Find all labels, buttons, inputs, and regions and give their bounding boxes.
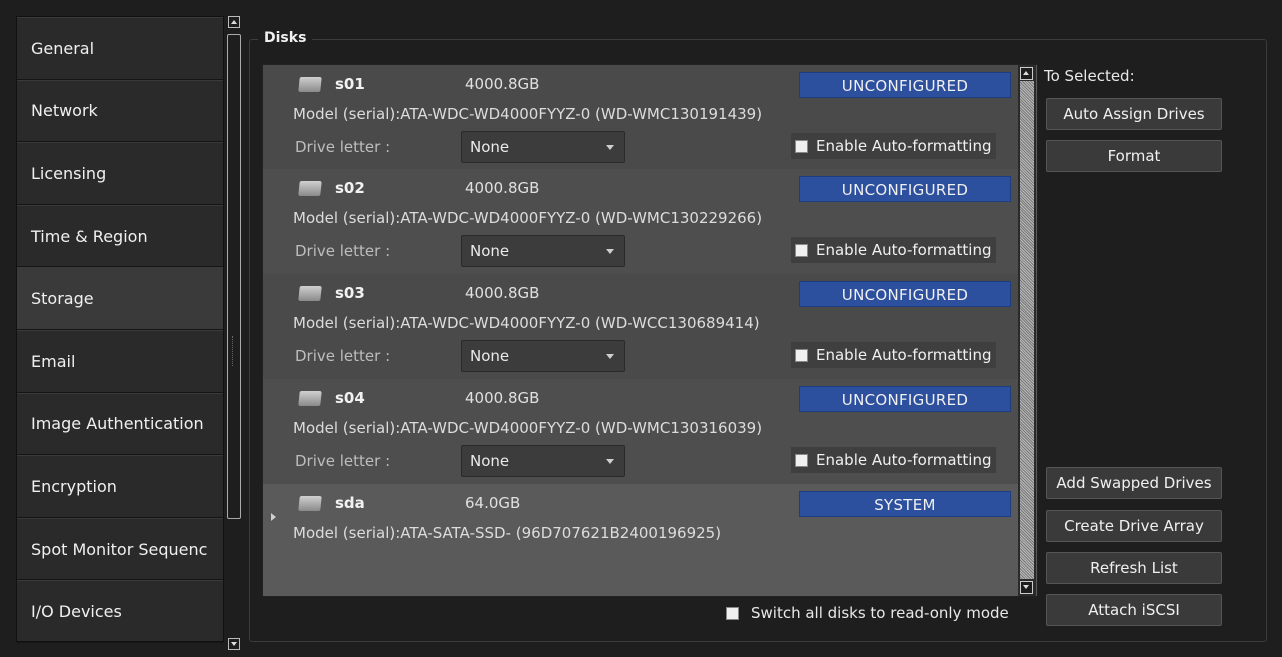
sidebar-item-email[interactable]: Email [17,329,223,393]
to-selected-label: To Selected: [1044,67,1135,85]
drive-letter-select[interactable]: None [461,131,625,163]
expand-arrow-icon[interactable] [271,513,276,521]
sidebar-item-storage[interactable]: Storage [17,267,223,330]
scroll-up-icon[interactable] [1020,67,1033,80]
sidebar-item-io-devices[interactable]: I/O Devices [17,580,223,643]
sidebar-scroll-thumb[interactable] [227,34,241,519]
hard-drive-icon [298,391,322,406]
scroll-track[interactable] [1020,81,1034,579]
add-swapped-drives-button[interactable]: Add Swapped Drives [1046,467,1222,499]
hard-drive-icon [298,181,322,196]
status-badge: UNCONFIGURED [799,176,1011,202]
auto-format-label: Enable Auto-formatting [816,137,992,155]
checkbox-icon[interactable] [795,348,808,362]
chevron-down-icon [606,459,614,464]
auto-format-label: Enable Auto-formatting [816,451,992,469]
disk-model: Model (serial):ATA-SATA-SSD- (96D707621B… [293,524,722,542]
disk-name: s03 [335,284,365,302]
disk-model: Model (serial):ATA-WDC-WD4000FYYZ-0 (WD-… [293,105,763,123]
drive-letter-label: Drive letter : [295,347,391,365]
settings-sidebar: General Network Licensing Time & Region … [16,16,224,643]
disk-size: 4000.8GB [465,75,540,93]
create-drive-array-button[interactable]: Create Drive Array [1046,510,1222,542]
auto-format-checkbox[interactable]: Enable Auto-formatting [791,447,996,473]
checkbox-icon[interactable] [795,243,808,257]
chevron-down-icon [606,249,614,254]
auto-format-checkbox[interactable]: Enable Auto-formatting [791,237,996,263]
disk-size: 4000.8GB [465,389,540,407]
disk-name: sda [335,494,365,512]
hard-drive-icon [298,77,322,92]
disk-model: Model (serial):ATA-WDC-WD4000FYYZ-0 (WD-… [293,314,760,332]
sidebar-item-image-authentication[interactable]: Image Authentication [17,392,223,456]
checkbox-icon[interactable] [726,606,739,620]
status-badge: UNCONFIGURED [799,72,1011,98]
drive-letter-select[interactable]: None [461,445,625,477]
drive-letter-value: None [470,138,510,156]
chevron-down-icon [606,354,614,359]
disk-size: 64.0GB [465,494,521,512]
auto-format-label: Enable Auto-formatting [816,241,992,259]
auto-format-label: Enable Auto-formatting [816,346,992,364]
disk-row-s03[interactable]: s03 4000.8GB UNCONFIGURED Model (serial)… [263,274,1018,379]
checkbox-icon[interactable] [795,139,808,153]
auto-format-checkbox[interactable]: Enable Auto-formatting [791,342,996,368]
status-badge: UNCONFIGURED [799,386,1011,412]
status-badge: UNCONFIGURED [799,281,1011,307]
hard-drive-icon [298,496,322,511]
chevron-down-icon [606,145,614,150]
disk-name: s01 [335,75,365,93]
disk-size: 4000.8GB [465,179,540,197]
sidebar-item-general[interactable]: General [17,17,223,80]
disk-name: s04 [335,389,365,407]
sidebar-item-spot-monitor-sequence[interactable]: Spot Monitor Sequenc [17,517,223,581]
disk-row-s04[interactable]: s04 4000.8GB UNCONFIGURED Model (serial)… [263,379,1018,484]
format-button[interactable]: Format [1046,140,1222,172]
drive-letter-label: Drive letter : [295,138,391,156]
sidebar-item-licensing[interactable]: Licensing [17,142,223,205]
disk-row-s01[interactable]: s01 4000.8GB UNCONFIGURED Model (serial)… [263,65,1018,169]
auto-format-checkbox[interactable]: Enable Auto-formatting [791,133,996,159]
splitter-grip[interactable] [232,336,234,366]
disk-list-scrollbar[interactable] [1018,65,1036,596]
disk-name: s02 [335,179,365,197]
readonly-mode-checkbox[interactable]: Switch all disks to read-only mode [726,604,1009,622]
scroll-down-icon[interactable] [1020,581,1033,594]
auto-assign-drives-button[interactable]: Auto Assign Drives [1046,98,1222,130]
refresh-list-button[interactable]: Refresh List [1046,552,1222,584]
readonly-mode-label: Switch all disks to read-only mode [751,604,1009,622]
drive-letter-value: None [470,242,510,260]
drive-letter-label: Drive letter : [295,452,391,470]
disk-row-s02[interactable]: s02 4000.8GB UNCONFIGURED Model (serial)… [263,169,1018,274]
hard-drive-icon [298,286,322,301]
sidebar-item-encryption[interactable]: Encryption [17,455,223,518]
sidebar-item-time-region[interactable]: Time & Region [17,204,223,268]
attach-iscsi-button[interactable]: Attach iSCSI [1046,594,1222,626]
scroll-up-icon[interactable] [228,16,240,28]
disk-size: 4000.8GB [465,284,540,302]
sidebar-item-network[interactable]: Network [17,79,223,143]
disks-group-title: Disks [258,30,313,46]
disk-list: s01 4000.8GB UNCONFIGURED Model (serial)… [262,64,1038,597]
drive-letter-value: None [470,452,510,470]
drive-letter-label: Drive letter : [295,242,391,260]
status-badge: SYSTEM [799,491,1011,517]
drive-letter-value: None [470,347,510,365]
drive-letter-select[interactable]: None [461,235,625,267]
disk-model: Model (serial):ATA-WDC-WD4000FYYZ-0 (WD-… [293,419,763,437]
disk-model: Model (serial):ATA-WDC-WD4000FYYZ-0 (WD-… [293,209,763,227]
scroll-down-icon[interactable] [228,638,240,650]
checkbox-icon[interactable] [795,453,808,467]
disk-row-sda[interactable]: sda 64.0GB SYSTEM Model (serial):ATA-SAT… [263,484,1018,596]
drive-letter-select[interactable]: None [461,340,625,372]
sidebar-scrollbar[interactable] [226,16,244,652]
